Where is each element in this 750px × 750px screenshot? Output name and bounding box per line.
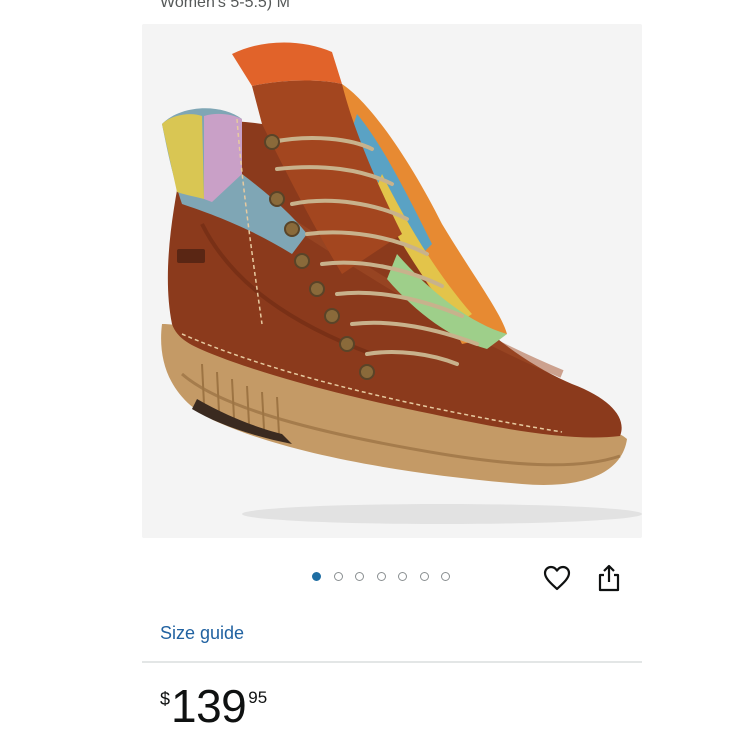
heart-icon	[543, 565, 571, 591]
wishlist-button[interactable]	[540, 561, 574, 595]
size-line: Women's 5-5.5) M	[160, 0, 290, 11]
carousel-dot[interactable]	[355, 571, 364, 581]
carousel-dot[interactable]	[398, 571, 407, 581]
product-image[interactable]	[142, 24, 642, 538]
carousel-dot[interactable]	[441, 571, 450, 581]
carousel-dot[interactable]	[333, 571, 343, 581]
share-icon	[598, 564, 620, 592]
carousel-dot[interactable]	[419, 571, 429, 581]
carousel-dot[interactable]	[312, 571, 321, 581]
size-guide-link[interactable]: Size guide	[160, 623, 244, 644]
image-carousel-dots	[312, 569, 450, 583]
share-button[interactable]	[592, 561, 626, 595]
price-fraction: 95	[248, 688, 268, 707]
price-whole: 139	[171, 680, 247, 732]
price-symbol: $	[160, 689, 171, 709]
price: $ 139 95	[160, 683, 267, 733]
divider	[142, 661, 642, 663]
carousel-dot[interactable]	[376, 571, 386, 581]
